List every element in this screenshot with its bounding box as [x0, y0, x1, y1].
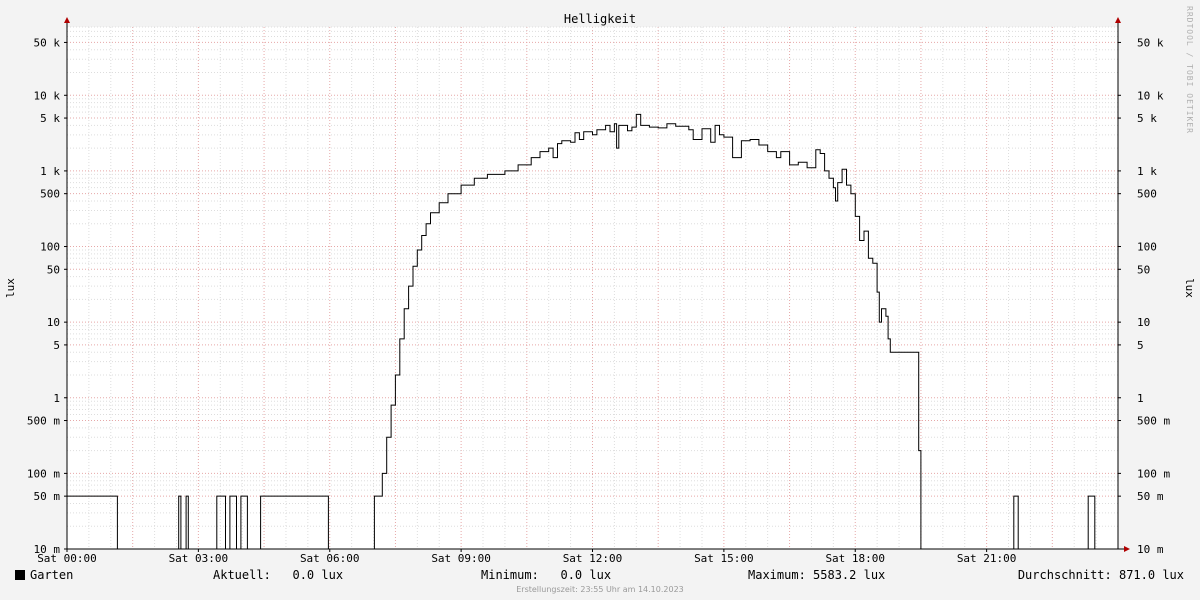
legend-series-name: Garten [30, 568, 74, 582]
y-tick-label-right: 1 k [1137, 165, 1157, 178]
y-axis-arrow-right [1115, 17, 1121, 23]
y-tick-label-right: 1 [1137, 392, 1144, 405]
x-tick-label: Sat 09:00 [431, 552, 491, 565]
legend-minimum: Minimum: 0.0 lux [481, 568, 612, 582]
legend-swatch-garten [15, 570, 25, 580]
x-tick-label: Sat 06:00 [300, 552, 360, 565]
chart-title: Helligkeit [564, 12, 636, 26]
x-tick-label: Sat 12:00 [563, 552, 623, 565]
y-tick-label-left: 10 [47, 316, 60, 329]
y-tick-label-left: 100 m [27, 467, 60, 480]
y-tick-label-left: 1 k [40, 165, 60, 178]
x-tick-labels: Sat 00:00 Sat 03:00 Sat 06:00 Sat 09:00 Sat … [37, 549, 1016, 565]
legend-aktuell: Aktuell: 0.0 lux [213, 568, 344, 582]
footer-timestamp: Erstellungszeit: 23:55 Uhr am 14.10.2023 [516, 585, 684, 594]
x-tick-label: Sat 21:00 [957, 552, 1017, 565]
x-tick-label: Sat 18:00 [825, 552, 885, 565]
y-tick-label-right: 50 [1137, 263, 1150, 276]
legend-durchschnitt: Durchschnitt: 871.0 lux [1017, 568, 1184, 582]
chart-canvas: 10 m 50 m 100 m 500 m 1 5 10 50 100 500 1 k 5 k 10 k… [0, 0, 1200, 600]
y-axis-arrow-left [64, 17, 70, 23]
y-tick-label-right: 5 [1137, 339, 1144, 352]
y-axis-label-right: lux [1183, 278, 1196, 298]
chart-svg: 10 m 50 m 100 m 500 m 1 5 10 50 100 500 1 k 5 k 10 k… [4, 12, 1196, 565]
y-tick-label-left: 50 m [34, 490, 61, 503]
y-tick-label-left: 100 [40, 241, 60, 254]
rrdtool-watermark: RRDTOOL / TOBI OETIKER [1185, 6, 1194, 134]
y-tick-label-left: 500 m [27, 415, 60, 428]
y-tick-label-left: 1 [53, 392, 60, 405]
y-tick-label-left: 50 k [34, 36, 61, 49]
y-tick-label-right: 50 m [1137, 490, 1164, 503]
y-tick-label-right: 100 m [1137, 467, 1170, 480]
y-axis-label-left: lux [4, 278, 17, 298]
y-tick-label-right: 10 m [1137, 543, 1164, 556]
y-tick-label-right: 10 k [1137, 89, 1164, 102]
y-tick-label-right: 500 m [1137, 415, 1170, 428]
y-tick-label-right: 50 k [1137, 36, 1164, 49]
x-tick-label: Sat 00:00 [37, 552, 97, 565]
y-tick-label-right: 5 k [1137, 112, 1157, 125]
y-tick-label-right: 100 [1137, 241, 1157, 254]
y-tick-label-left: 5 k [40, 112, 60, 125]
x-tick-label: Sat 03:00 [169, 552, 229, 565]
y-tick-label-left: 500 [40, 188, 60, 201]
x-tick-label: Sat 15:00 [694, 552, 754, 565]
y-tick-labels-left: 10 m50 m100 m500 m1510501005001 k5 k10 k… [27, 36, 67, 556]
y-tick-labels-right: 10 m 50 m 100 m 500 m 1 5 10 50 100 500 1 k 5 k 10 k… [1118, 36, 1170, 556]
y-tick-label-right: 500 [1137, 188, 1157, 201]
x-axis-arrow [1124, 546, 1130, 552]
y-tick-label-right: 10 [1137, 316, 1150, 329]
y-tick-label-left: 10 k [34, 89, 61, 102]
legend-maximum: Maximum: 5583.2 lux [748, 568, 886, 582]
y-tick-label-left: 5 [53, 339, 60, 352]
y-tick-label-left: 50 [47, 263, 60, 276]
